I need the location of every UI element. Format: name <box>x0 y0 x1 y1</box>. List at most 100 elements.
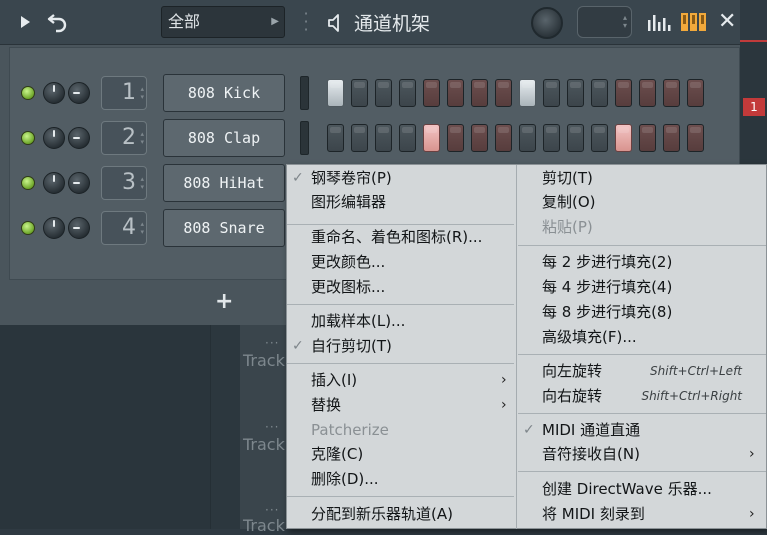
menu-item[interactable]: 每 2 步进行填充(2) <box>542 252 672 272</box>
menu-item[interactable]: 加载样本(L)... <box>311 311 405 331</box>
channel-name-button[interactable]: 808 HiHat <box>163 164 285 202</box>
channel-select-indicator[interactable] <box>300 121 309 155</box>
step-button[interactable] <box>519 79 536 107</box>
step-button[interactable] <box>423 124 440 152</box>
menu-item[interactable]: 高级填充(F)... <box>542 327 637 347</box>
channel-name-button[interactable]: 808 Clap <box>163 119 285 157</box>
step-button[interactable] <box>495 79 512 107</box>
channel-mute-led[interactable] <box>21 221 35 235</box>
group-filter-select[interactable]: 全部 ▶ <box>161 6 285 38</box>
close-icon[interactable]: ✕ <box>718 8 736 36</box>
chevron-right-icon: › <box>501 397 507 413</box>
menu-item[interactable]: 删除(D)... <box>311 469 379 489</box>
channel-select-indicator[interactable] <box>300 76 309 110</box>
step-button[interactable] <box>351 79 368 107</box>
channel-mixer-track[interactable]: 1 ▴ ▾ <box>101 76 147 110</box>
channel-mixer-track[interactable]: 3 ▴ ▾ <box>101 166 147 200</box>
menu-item[interactable]: 剪切(T) <box>542 168 593 188</box>
step-button[interactable] <box>639 124 656 152</box>
browser-panel <box>0 325 210 529</box>
drag-handle-icon[interactable]: · · · <box>302 6 310 38</box>
step-button[interactable] <box>663 79 680 107</box>
channel-pan-knob[interactable] <box>68 217 90 239</box>
keyboard-icon[interactable] <box>681 13 707 31</box>
menu-item[interactable]: 创建 DirectWave 乐器... <box>542 479 712 499</box>
menu-item[interactable]: 钢琴卷帘(P) <box>311 168 392 188</box>
step-button[interactable] <box>375 124 392 152</box>
step-button[interactable] <box>495 124 512 152</box>
window-title: 通道机架 <box>354 13 431 35</box>
channel-pan-knob[interactable] <box>68 82 90 104</box>
menu-item[interactable]: 每 4 步进行填充(4) <box>542 277 672 297</box>
menu-item[interactable]: 每 8 步进行填充(8) <box>542 302 672 322</box>
track-grip-icon: ··· <box>265 503 280 517</box>
menu-shortcut: Shift+Ctrl+Left <box>650 364 742 378</box>
menu-item[interactable]: 克隆(C) <box>311 444 363 464</box>
track-label[interactable]: Track <box>243 351 285 370</box>
channel-mixer-track[interactable]: 2 ▴ ▾ <box>101 121 147 155</box>
menu-item[interactable]: 图形编辑器 <box>311 192 386 212</box>
step-button[interactable] <box>447 124 464 152</box>
undo-icon[interactable] <box>46 10 70 34</box>
track-label[interactable]: Track <box>243 435 285 454</box>
swing-knob[interactable] <box>531 7 563 39</box>
stepper-arrows-icon: ▴ ▾ <box>140 85 144 101</box>
track-label[interactable]: Track <box>243 516 285 535</box>
step-button[interactable] <box>327 79 344 107</box>
channel-name-button[interactable]: 808 Kick <box>163 74 285 112</box>
step-button[interactable] <box>519 124 536 152</box>
menu-item[interactable]: 替换 <box>311 395 341 415</box>
menu-item[interactable]: 更改图标... <box>311 277 385 297</box>
menu-item[interactable]: 自行剪切(T) <box>311 336 392 356</box>
step-button[interactable] <box>615 79 632 107</box>
step-button[interactable] <box>471 124 488 152</box>
step-button[interactable] <box>327 124 344 152</box>
step-button[interactable] <box>591 79 608 107</box>
menu-item[interactable]: 分配到新乐器轨道(A) <box>311 504 453 524</box>
menu-item[interactable]: 将 MIDI 刻录到 <box>542 504 645 524</box>
step-button[interactable] <box>591 124 608 152</box>
menu-item[interactable]: 向右旋转 <box>542 386 602 406</box>
step-button[interactable] <box>663 124 680 152</box>
channel-volume-knob[interactable] <box>43 82 65 104</box>
menu-item[interactable]: 更改颜色... <box>311 252 385 272</box>
step-button[interactable] <box>567 124 584 152</box>
menu-item[interactable]: 向左旋转 <box>542 361 602 381</box>
menu-item: 粘贴(P) <box>542 218 593 236</box>
channel-volume-knob[interactable] <box>43 172 65 194</box>
menu-item: Patcherize <box>311 421 389 439</box>
channel-name-button[interactable]: 808 Snare <box>163 209 285 247</box>
step-button[interactable] <box>543 79 560 107</box>
step-button[interactable] <box>471 79 488 107</box>
step-button[interactable] <box>615 124 632 152</box>
pattern-selector[interactable]: ▴ ▾ <box>577 6 632 38</box>
menu-item[interactable]: 复制(O) <box>542 192 596 212</box>
channel-mute-led[interactable] <box>21 176 35 190</box>
channel-mixer-track[interactable]: 4 ▴ ▾ <box>101 211 147 245</box>
step-button[interactable] <box>639 79 656 107</box>
step-button[interactable] <box>399 124 416 152</box>
graph-editor-icon[interactable] <box>647 12 671 32</box>
step-button[interactable] <box>351 124 368 152</box>
add-channel-button[interactable]: + <box>215 289 233 314</box>
step-button[interactable] <box>375 79 392 107</box>
step-button[interactable] <box>687 124 704 152</box>
menu-item[interactable]: 重命名、着色和图标(R)... <box>311 227 482 247</box>
channel-pan-knob[interactable] <box>68 127 90 149</box>
channel-mute-led[interactable] <box>21 131 35 145</box>
channel-volume-knob[interactable] <box>43 127 65 149</box>
channel-volume-knob[interactable] <box>43 217 65 239</box>
step-button[interactable] <box>687 79 704 107</box>
track-grip-icon: ··· <box>265 420 280 434</box>
step-button[interactable] <box>423 79 440 107</box>
step-button[interactable] <box>447 79 464 107</box>
menu-item[interactable]: 音符接收自(N) <box>542 444 640 464</box>
step-button[interactable] <box>567 79 584 107</box>
menu-item[interactable]: 插入(I) <box>311 370 357 390</box>
channel-pan-knob[interactable] <box>68 172 90 194</box>
step-button[interactable] <box>399 79 416 107</box>
step-button[interactable] <box>543 124 560 152</box>
menu-item[interactable]: MIDI 通道直通 <box>542 420 640 440</box>
play-icon[interactable] <box>15 12 35 32</box>
channel-mute-led[interactable] <box>21 86 35 100</box>
